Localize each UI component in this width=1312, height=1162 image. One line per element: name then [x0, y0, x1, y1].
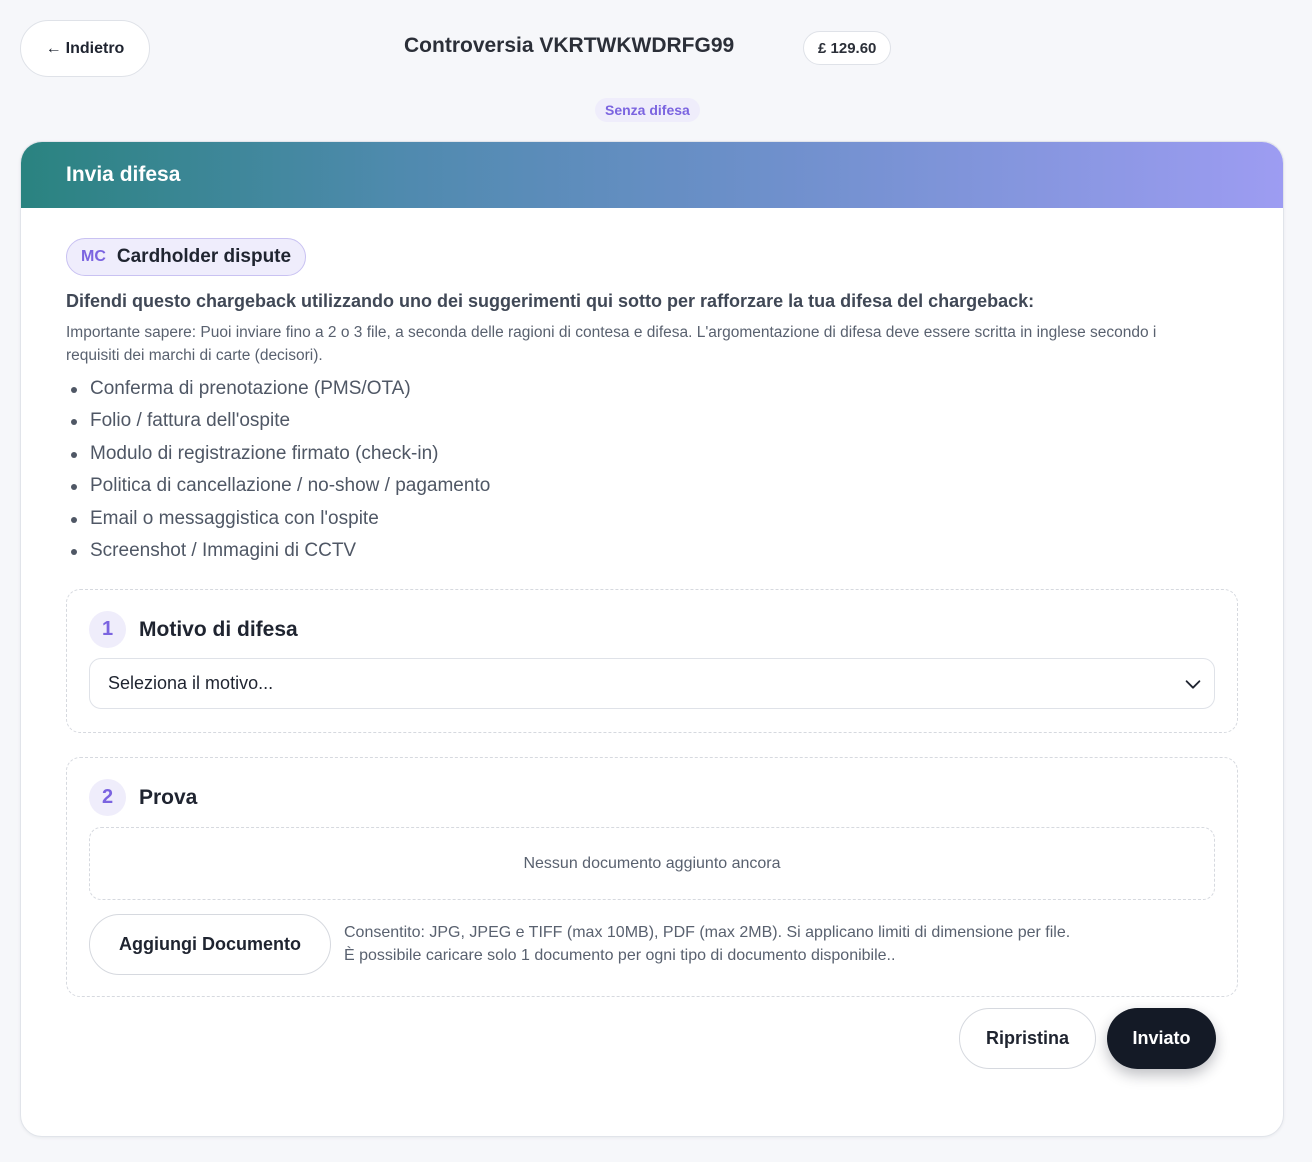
allowed-files-line: Consentito: JPG, JPEG e TIFF (max 10MB),… — [344, 924, 1071, 942]
card-title: Invia difesa — [21, 142, 1283, 208]
evidence-section: 2 Prova Nessun documento aggiunto ancora… — [66, 757, 1238, 998]
amount-badge: £ 129.60 — [803, 31, 892, 65]
suggestion-item: Email o messaggistica con l'ospite — [66, 503, 1238, 535]
reason-section: 1 Motivo di difesa Seleziona il motivo..… — [66, 589, 1238, 734]
allowed-files-line: È possibile caricare solo 1 documento pe… — [344, 947, 896, 965]
suggestion-list: Conferma di prenotazione (PMS/OTA) Folio… — [66, 373, 1238, 567]
chevron-down-icon — [1185, 680, 1201, 689]
scheme-label: Cardholder dispute — [116, 246, 292, 267]
page: ← Indietro Controversia VKRTWKWDRFG99 £ … — [0, 0, 1312, 1162]
note-text: Importante sapere: Puoi inviare fino a 2… — [66, 324, 1157, 364]
reset-button[interactable]: Ripristina — [959, 1008, 1096, 1069]
step-number: 1 — [89, 611, 126, 649]
evidence-actions-row: Aggiungi Documento Consentito: JPG, JPEG… — [89, 914, 1215, 976]
back-button[interactable]: ← Indietro — [20, 20, 150, 77]
reason-select-value: Seleziona il motivo... — [108, 673, 274, 694]
suggestion-item: Politica di cancellazione / no-show / pa… — [66, 470, 1238, 502]
evidence-section-header: 2 Prova — [89, 779, 1215, 817]
step-number: 2 — [89, 779, 126, 817]
reason-section-header: 1 Motivo di difesa — [89, 611, 1215, 649]
section-title: Prova — [139, 785, 198, 809]
allowed-files-info: Consentito: JPG, JPEG e TIFF (max 10MB),… — [344, 921, 1070, 967]
defense-card: Invia difesa MC Cardholder dispute Difen… — [20, 141, 1284, 1137]
suggestion-item: Modulo di registrazione firmato (check-i… — [66, 438, 1238, 470]
suggestion-item: Screenshot / Immagini di CCTV — [66, 535, 1238, 567]
section-title: Motivo di difesa — [139, 617, 298, 641]
suggestion-item: Conferma di prenotazione (PMS/OTA) — [66, 373, 1238, 405]
status-badge: Senza difesa — [595, 98, 700, 122]
arrow-left-icon: ← — [45, 39, 62, 57]
form-actions: Ripristina Inviato — [959, 1008, 1216, 1069]
back-button-label: Indietro — [65, 39, 125, 57]
page-title: Controversia VKRTWKWDRFG99 — [404, 34, 735, 57]
add-document-button[interactable]: Aggiungi Documento — [89, 914, 331, 976]
suggestion-item: Folio / fattura dell'ospite — [66, 405, 1238, 437]
submit-button[interactable]: Inviato — [1107, 1008, 1216, 1069]
card-body: MC Cardholder dispute Difendi questo cha… — [21, 208, 1283, 998]
scheme-pill: MC Cardholder dispute — [66, 238, 307, 276]
lead-text: Difendi questo chargeback utilizzando un… — [66, 291, 1035, 311]
scheme-code: MC — [81, 248, 106, 265]
empty-documents-placeholder: Nessun documento aggiunto ancora — [89, 827, 1215, 901]
reason-select[interactable]: Seleziona il motivo... — [89, 658, 1215, 710]
